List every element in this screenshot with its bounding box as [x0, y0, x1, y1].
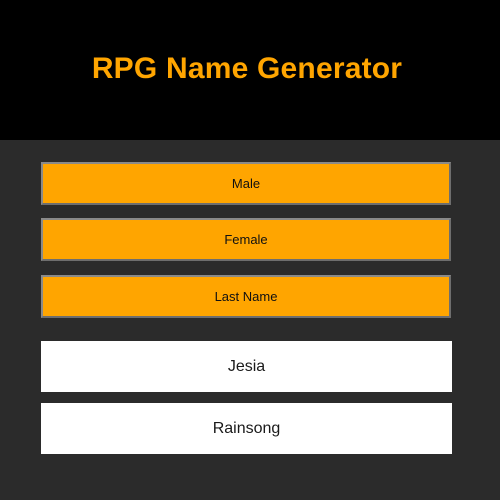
- header-bar: RPG Name Generator: [0, 0, 500, 140]
- female-button[interactable]: Female: [41, 218, 451, 261]
- page-title: RPG Name Generator: [91, 51, 403, 85]
- last-name-output: Rainsong: [41, 403, 452, 454]
- male-button[interactable]: Male: [41, 162, 451, 205]
- last-name-button[interactable]: Last Name: [41, 275, 451, 318]
- first-name-output: Jesia: [41, 341, 452, 392]
- generator-panel: Male Female Last Name Jesia Rainsong: [0, 140, 500, 500]
